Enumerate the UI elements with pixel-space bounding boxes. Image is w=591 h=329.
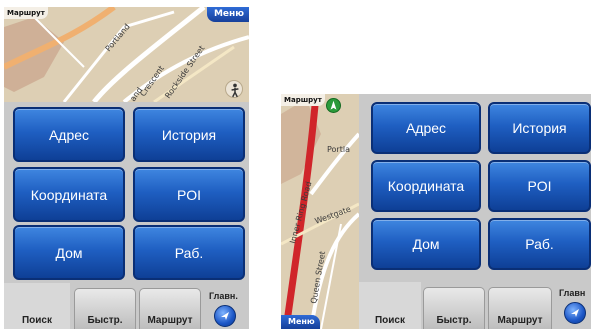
map-view[interactable]: Inner Ring Road Westgate Queen Street Po… [281, 94, 359, 329]
history-button[interactable]: История [133, 107, 245, 162]
work-button[interactable]: Раб. [133, 225, 245, 280]
coordinate-button[interactable]: Координата [371, 160, 481, 212]
work-button[interactable]: Раб. [488, 218, 591, 270]
main-button[interactable] [214, 305, 236, 327]
route-map-tag: Маршрут [281, 94, 325, 106]
menu-button[interactable]: Меню [281, 315, 320, 329]
poi-button[interactable]: POI [488, 160, 591, 212]
route-map-tag: Маршрут [4, 7, 48, 19]
tab-quick[interactable]: Быстр. [74, 288, 136, 329]
coordinate-button[interactable]: Координата [13, 167, 125, 222]
tab-route[interactable]: Маршрут [139, 288, 201, 329]
main-button[interactable] [564, 302, 586, 324]
map-graphic: Inner Ring Road Westgate Queen Street Po… [281, 94, 359, 329]
pedestrian-icon [225, 80, 243, 98]
menu-button[interactable]: Меню [206, 7, 249, 22]
main-label: Главн [559, 288, 586, 298]
tab-search[interactable]: Поиск [359, 282, 421, 329]
tab-quick[interactable]: Быстр. [423, 287, 485, 329]
map-view[interactable]: Portland Crescent Rockside Street and Ма… [4, 7, 249, 102]
tab-route[interactable]: Маршрут [488, 287, 552, 329]
navigation-arrow-icon [221, 312, 229, 320]
portrait-screen: Portland Crescent Rockside Street and Ма… [4, 7, 249, 329]
home-button[interactable]: Дом [371, 218, 481, 270]
navigation-arrow-icon [571, 309, 579, 317]
poi-button[interactable]: POI [133, 167, 245, 222]
address-button[interactable]: Адрес [13, 107, 125, 162]
home-button[interactable]: Дом [13, 225, 125, 280]
street-label-portla: Portla [327, 145, 350, 154]
compass-icon [326, 98, 341, 113]
landscape-screen: Inner Ring Road Westgate Queen Street Po… [281, 94, 591, 329]
history-button[interactable]: История [488, 102, 591, 154]
tab-search[interactable]: Поиск [4, 283, 70, 329]
address-button[interactable]: Адрес [371, 102, 481, 154]
main-label: Главн. [209, 291, 238, 301]
